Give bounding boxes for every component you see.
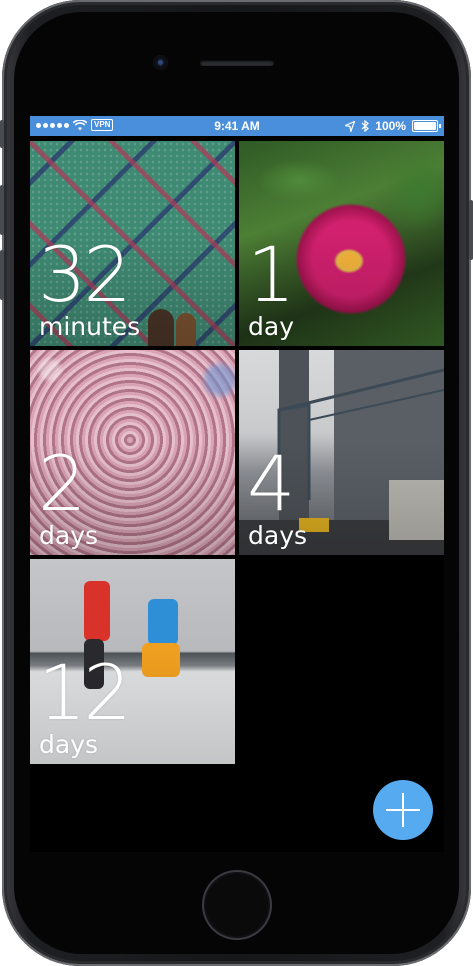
tile-1-day[interactable]: 1 day bbox=[239, 141, 444, 346]
tile-number: 32 bbox=[38, 230, 132, 319]
power-button bbox=[469, 200, 473, 260]
tile-number: 1 bbox=[247, 230, 295, 319]
battery-icon bbox=[412, 120, 441, 132]
tile-number: 4 bbox=[247, 439, 295, 528]
front-camera bbox=[153, 55, 168, 70]
tile-2-days[interactable]: 2 days bbox=[30, 350, 235, 555]
tile-unit: days bbox=[39, 521, 99, 550]
mute-switch bbox=[0, 120, 4, 148]
bluetooth-icon bbox=[361, 120, 370, 132]
location-arrow-icon bbox=[345, 120, 356, 132]
tile-32-minutes[interactable]: 32 minutes bbox=[30, 141, 235, 346]
earpiece-speaker bbox=[200, 60, 274, 66]
tile-number: 12 bbox=[38, 648, 132, 737]
volume-up-button bbox=[0, 185, 4, 235]
tile-4-days[interactable]: 4 days bbox=[239, 350, 444, 555]
tile-12-days[interactable]: 12 days bbox=[30, 559, 235, 764]
battery-fill bbox=[414, 122, 436, 130]
tile-unit: day bbox=[248, 312, 294, 341]
status-right: 100% bbox=[345, 119, 441, 133]
tile-unit: days bbox=[39, 730, 99, 759]
tile-unit: minutes bbox=[39, 312, 141, 341]
volume-down-button bbox=[0, 250, 4, 300]
status-bar: VPN 9:41 AM 100% bbox=[30, 116, 444, 136]
app-screen: VPN 9:41 AM 100% 32 minutes 1 day 2 days… bbox=[30, 116, 444, 852]
tile-number: 2 bbox=[38, 439, 86, 528]
battery-percent: 100% bbox=[375, 119, 406, 133]
add-button[interactable] bbox=[373, 780, 433, 840]
tile-unit: days bbox=[248, 521, 308, 550]
home-button[interactable] bbox=[202, 870, 272, 940]
